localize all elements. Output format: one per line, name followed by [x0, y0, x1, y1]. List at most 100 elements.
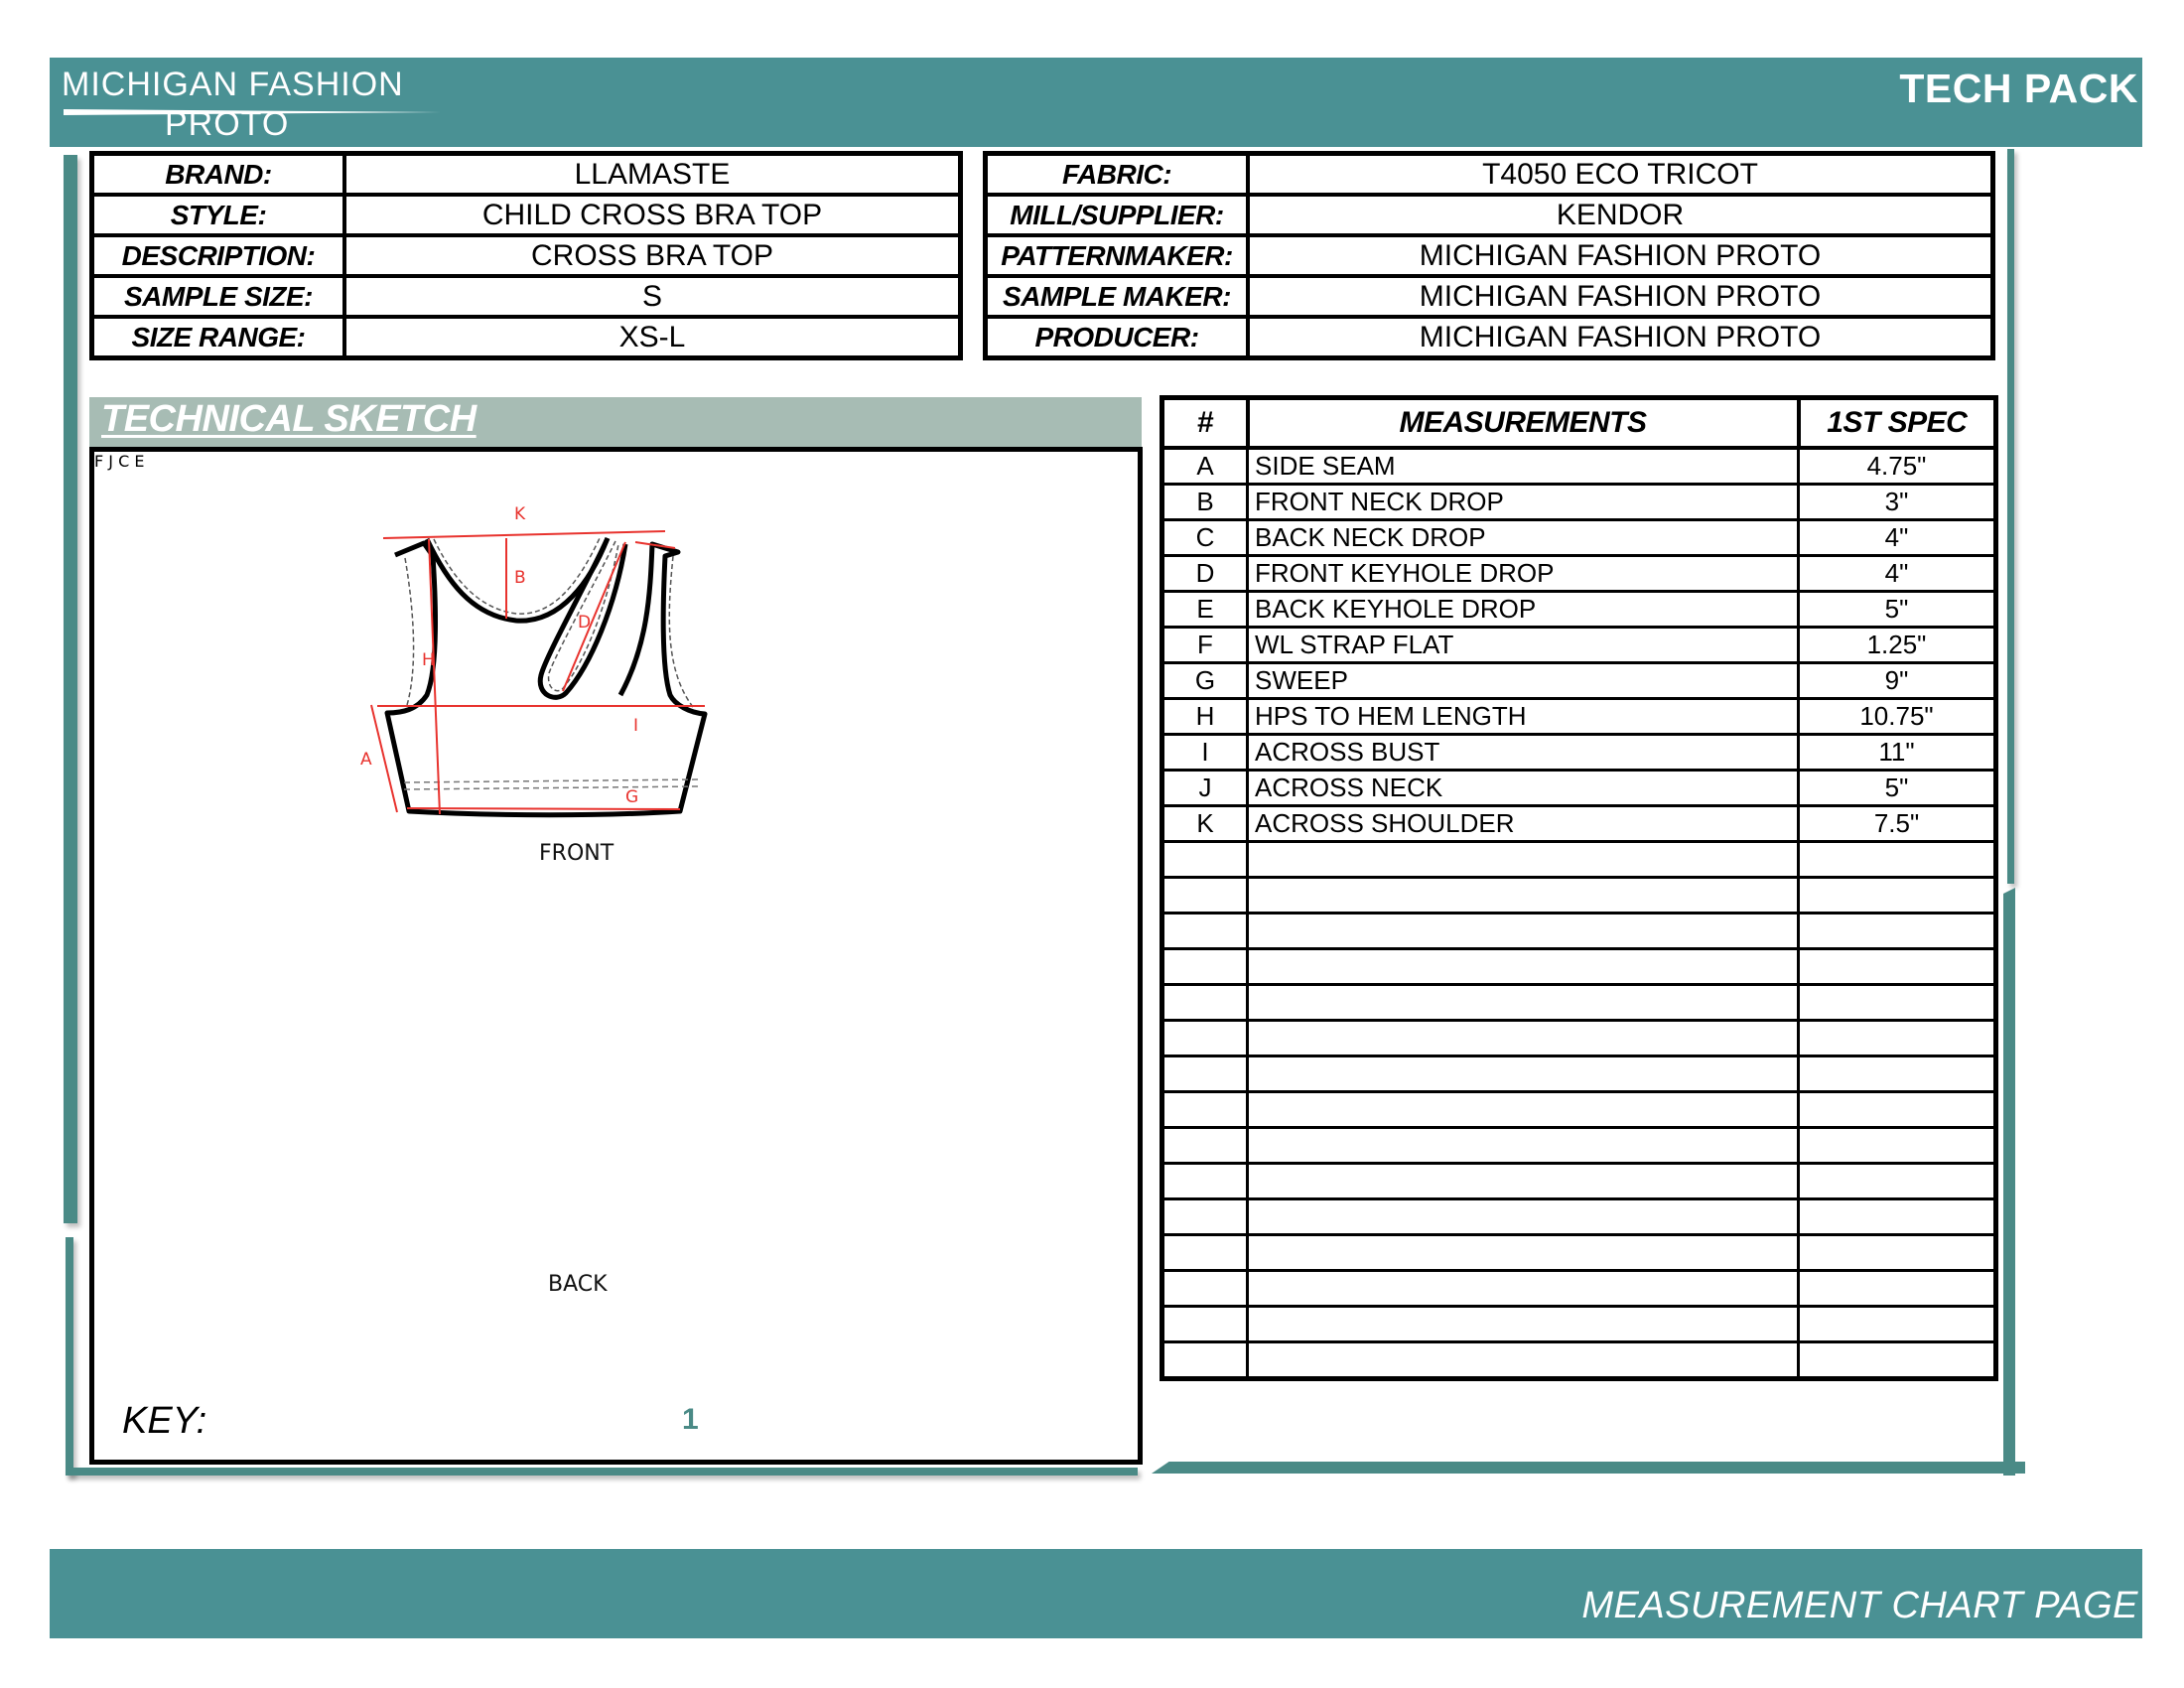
measurement-spec: 4" [1797, 518, 1997, 557]
measurement-spec [1797, 1055, 1997, 1093]
measurement-spec [1797, 1126, 1997, 1165]
measurement-row [1160, 1162, 1997, 1200]
back-view-label: BACK [548, 1272, 608, 1297]
measurement-code [1160, 1019, 1249, 1057]
measurement-row: G SWEEP 9" [1160, 661, 1997, 700]
measurement-spec [1797, 1019, 1997, 1057]
measurement-name [1246, 983, 1800, 1022]
column-header-code: # [1160, 395, 1250, 450]
product-info-row: SIZE RANGE: XS-L [89, 315, 963, 360]
measurement-code: H [1160, 697, 1249, 736]
measurement-row [1160, 1233, 1997, 1272]
measurement-spec [1797, 947, 1997, 986]
callout-h: H [422, 650, 435, 670]
technical-sketch-header: TECHNICAL SKETCH [89, 397, 1142, 447]
technical-sketch-title: TECHNICAL SKETCH [101, 398, 477, 440]
measurement-spec [1797, 1162, 1997, 1200]
measurement-code: J [1160, 769, 1249, 807]
product-info-row: BRAND: LLAMASTE [89, 151, 963, 197]
measurement-code [1160, 1233, 1249, 1272]
page-title: MEASUREMENT CHART PAGE [1581, 1585, 2138, 1626]
callout-i: I [633, 716, 638, 736]
field-label: BRAND: [89, 151, 346, 197]
measurement-row [1160, 1055, 1997, 1093]
field-label: FABRIC: [983, 151, 1250, 197]
measurement-code [1160, 912, 1249, 950]
measurement-name [1246, 1126, 1800, 1165]
measurement-code: I [1160, 733, 1249, 772]
measurement-name [1246, 1197, 1800, 1236]
product-info-row: DESCRIPTION: CROSS BRA TOP [89, 233, 963, 278]
production-info-row: PATTERNMAKER: MICHIGAN FASHION PROTO [983, 233, 1995, 278]
measurement-row [1160, 983, 1997, 1022]
measurement-spec [1797, 912, 1997, 950]
measurement-code [1160, 876, 1249, 914]
callout-k: K [514, 504, 526, 524]
measurement-name: ACROSS BUST [1246, 733, 1800, 772]
frame-right-lower [2003, 888, 2015, 1476]
measurement-row: E BACK KEYHOLE DROP 5" [1160, 590, 1997, 629]
measurement-spec: 10.75" [1797, 697, 1997, 736]
measurement-spec [1797, 1340, 1997, 1380]
measurement-code: D [1160, 554, 1249, 593]
measurement-name [1246, 912, 1800, 950]
measurement-code [1160, 1162, 1249, 1200]
measurement-name: WL STRAP FLAT [1246, 626, 1800, 664]
measurement-row: J ACROSS NECK 5" [1160, 769, 1997, 807]
measurement-code [1160, 1269, 1249, 1308]
key-label: KEY: [122, 1400, 207, 1442]
measurement-name: BACK NECK DROP [1246, 518, 1800, 557]
production-info-row: PRODUCER: MICHIGAN FASHION PROTO [983, 315, 1995, 360]
document-type-title: TECH PACK [1899, 66, 2138, 111]
callout-g: G [625, 787, 638, 807]
measurement-code [1160, 1055, 1249, 1093]
front-view-label: FRONT [539, 841, 614, 866]
measurement-name: SIDE SEAM [1246, 446, 1800, 486]
measurement-code [1160, 1305, 1249, 1343]
field-label: SAMPLE MAKER: [983, 274, 1250, 319]
measurement-code: C [1160, 518, 1249, 557]
measurement-code: B [1160, 483, 1249, 521]
measurement-name: BACK KEYHOLE DROP [1246, 590, 1800, 629]
production-info-table: FABRIC: T4050 ECO TRICOT MILL/SUPPLIER: KEN… [983, 151, 1995, 360]
product-info-table: BRAND: LLAMASTE STYLE: CHILD CROSS BRA TOP D… [89, 151, 963, 360]
measurement-spec: 5" [1797, 590, 1997, 629]
measurement-spec [1797, 1305, 1997, 1343]
field-label: PATTERNMAKER: [983, 233, 1250, 278]
measurement-spec [1797, 1197, 1997, 1236]
measurement-spec [1797, 1269, 1997, 1308]
measurement-code [1160, 1197, 1249, 1236]
measurement-row [1160, 1340, 1997, 1380]
frame-bottom-left [66, 1468, 1138, 1476]
measurement-spec: 4.75" [1797, 446, 1997, 486]
measurement-table-header: # MEASUREMENTS 1ST SPEC [1160, 395, 1998, 450]
measurement-name [1246, 947, 1800, 986]
measurement-row: H HPS TO HEM LENGTH 10.75" [1160, 697, 1997, 736]
field-value: T4050 ECO TRICOT [1246, 151, 1995, 197]
measurement-row [1160, 1197, 1997, 1236]
measurement-table: # MEASUREMENTS 1ST SPEC A SIDE SEAM 4.75" B… [1160, 395, 1998, 1381]
field-value: MICHIGAN FASHION PROTO [1246, 315, 1995, 360]
measurement-spec [1797, 1233, 1997, 1272]
measurement-row [1160, 1090, 1997, 1129]
measurement-row [1160, 1019, 1997, 1057]
measurement-row [1160, 1305, 1997, 1343]
logo-line-2: PROTO [165, 105, 290, 143]
field-value: CHILD CROSS BRA TOP [342, 193, 963, 237]
production-info-row: MILL/SUPPLIER: KENDOR [983, 193, 1995, 237]
measurement-name: SWEEP [1246, 661, 1800, 700]
column-header-spec: 1ST SPEC [1796, 395, 1998, 450]
measurement-name [1246, 840, 1800, 879]
key-number: 1 [682, 1403, 699, 1436]
frame-right-upper [2007, 149, 2014, 884]
field-value: CROSS BRA TOP [342, 233, 963, 278]
field-label: SIZE RANGE: [89, 315, 346, 360]
callout-d: D [578, 613, 591, 633]
callout-a: A [360, 750, 372, 770]
field-value: KENDOR [1246, 193, 1995, 237]
field-value: LLAMASTE [342, 151, 963, 197]
field-value: S [342, 274, 963, 319]
measurement-row [1160, 912, 1997, 950]
measurement-name [1246, 1340, 1800, 1380]
measurement-spec: 3" [1797, 483, 1997, 521]
